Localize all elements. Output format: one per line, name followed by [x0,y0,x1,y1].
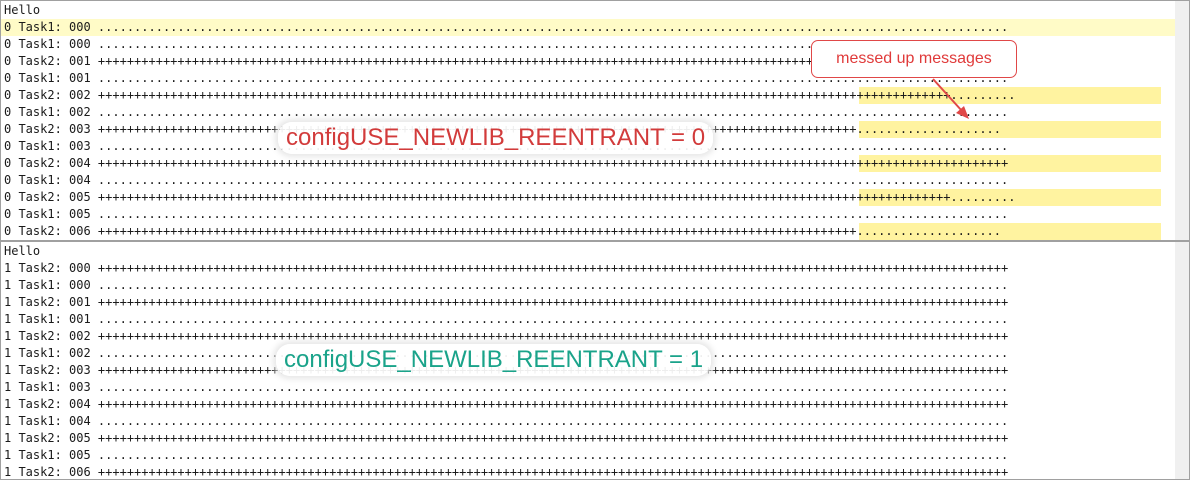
output-line-text: 1 Task2: 001 +++++++++++++++++++++++++++… [4,295,1009,309]
output-line: 0 Task1: 000 ...........................… [1,19,1175,36]
output-line: 1 Task2: 004 +++++++++++++++++++++++++++… [1,396,1175,413]
top-output-pane[interactable]: Hello 0 Task1: 000 ......................… [0,0,1190,241]
output-line-text: 0 Task2: 005 +++++++++++++++++++++++++++… [4,190,1016,204]
messed-up-messages-callout: messed up messages [811,40,1017,78]
output-line: 0 Task2: 004 +++++++++++++++++++++++++++… [1,155,1175,172]
output-line: 0 Task1: 005 ...........................… [1,206,1175,223]
output-line: 0 Task1: 002 ...........................… [1,104,1175,121]
output-line: 1 Task1: 005 ...........................… [1,447,1175,464]
output-line-text: 1 Task2: 006 +++++++++++++++++++++++++++… [4,465,1009,479]
output-line: 1 Task1: 000 ...........................… [1,277,1175,294]
output-line-text: 1 Task1: 003 ...........................… [4,380,1009,394]
output-line-text: Hello [4,244,41,258]
output-line-text: 1 Task1: 000 ...........................… [4,278,1009,292]
output-line: 0 Task2: 006 +++++++++++++++++++++++++++… [1,223,1175,240]
output-line-text: Hello [4,3,41,17]
output-line-text: 1 Task1: 005 ...........................… [4,448,1009,462]
output-line: Hello [1,2,1175,19]
top-scrollbar[interactable] [1175,1,1189,240]
output-line: 1 Task1: 001 ...........................… [1,311,1175,328]
output-line: 1 Task2: 006 +++++++++++++++++++++++++++… [1,464,1175,479]
output-line-text: 0 Task1: 005 ...........................… [4,207,1009,221]
output-line-text: 0 Task1: 004 ...........................… [4,173,1009,187]
output-line-text: 0 Task1: 002 ...........................… [4,105,1009,119]
output-line-text: 1 Task2: 002 +++++++++++++++++++++++++++… [4,329,1009,343]
output-line: 1 Task2: 005 +++++++++++++++++++++++++++… [1,430,1175,447]
config-label-reentrant-0: configUSE_NEWLIB_REENTRANT = 0 [278,122,714,154]
output-line-text: 1 Task2: 000 +++++++++++++++++++++++++++… [4,261,1009,275]
output-line-text: 0 Task2: 002 +++++++++++++++++++++++++++… [4,88,1016,102]
output-line-text: 0 Task2: 004 +++++++++++++++++++++++++++… [4,156,1009,170]
output-line: Hello [1,243,1175,260]
output-line-text: 1 Task2: 004 +++++++++++++++++++++++++++… [4,397,1009,411]
output-line: 1 Task2: 001 +++++++++++++++++++++++++++… [1,294,1175,311]
output-line-text: 1 Task1: 001 ...........................… [4,312,1009,326]
output-line: 0 Task1: 004 ...........................… [1,172,1175,189]
output-line: 1 Task1: 003 ...........................… [1,379,1175,396]
bottom-scrollbar[interactable] [1175,242,1189,479]
output-line: 0 Task2: 005 +++++++++++++++++++++++++++… [1,189,1175,206]
output-line-text: 0 Task1: 000 ...........................… [4,20,1009,34]
output-line-text: 1 Task1: 004 ...........................… [4,414,1009,428]
output-line-text: 0 Task2: 006 +++++++++++++++++++++++++++… [4,224,1001,238]
output-line-text: 1 Task2: 005 +++++++++++++++++++++++++++… [4,431,1009,445]
output-line: 1 Task2: 002 +++++++++++++++++++++++++++… [1,328,1175,345]
output-line: 1 Task1: 004 ...........................… [1,413,1175,430]
config-label-reentrant-1: configUSE_NEWLIB_REENTRANT = 1 [276,344,712,376]
output-line: 0 Task2: 002 +++++++++++++++++++++++++++… [1,87,1175,104]
top-output-lines: Hello 0 Task1: 000 ......................… [1,2,1175,240]
output-line: 1 Task2: 000 +++++++++++++++++++++++++++… [1,260,1175,277]
